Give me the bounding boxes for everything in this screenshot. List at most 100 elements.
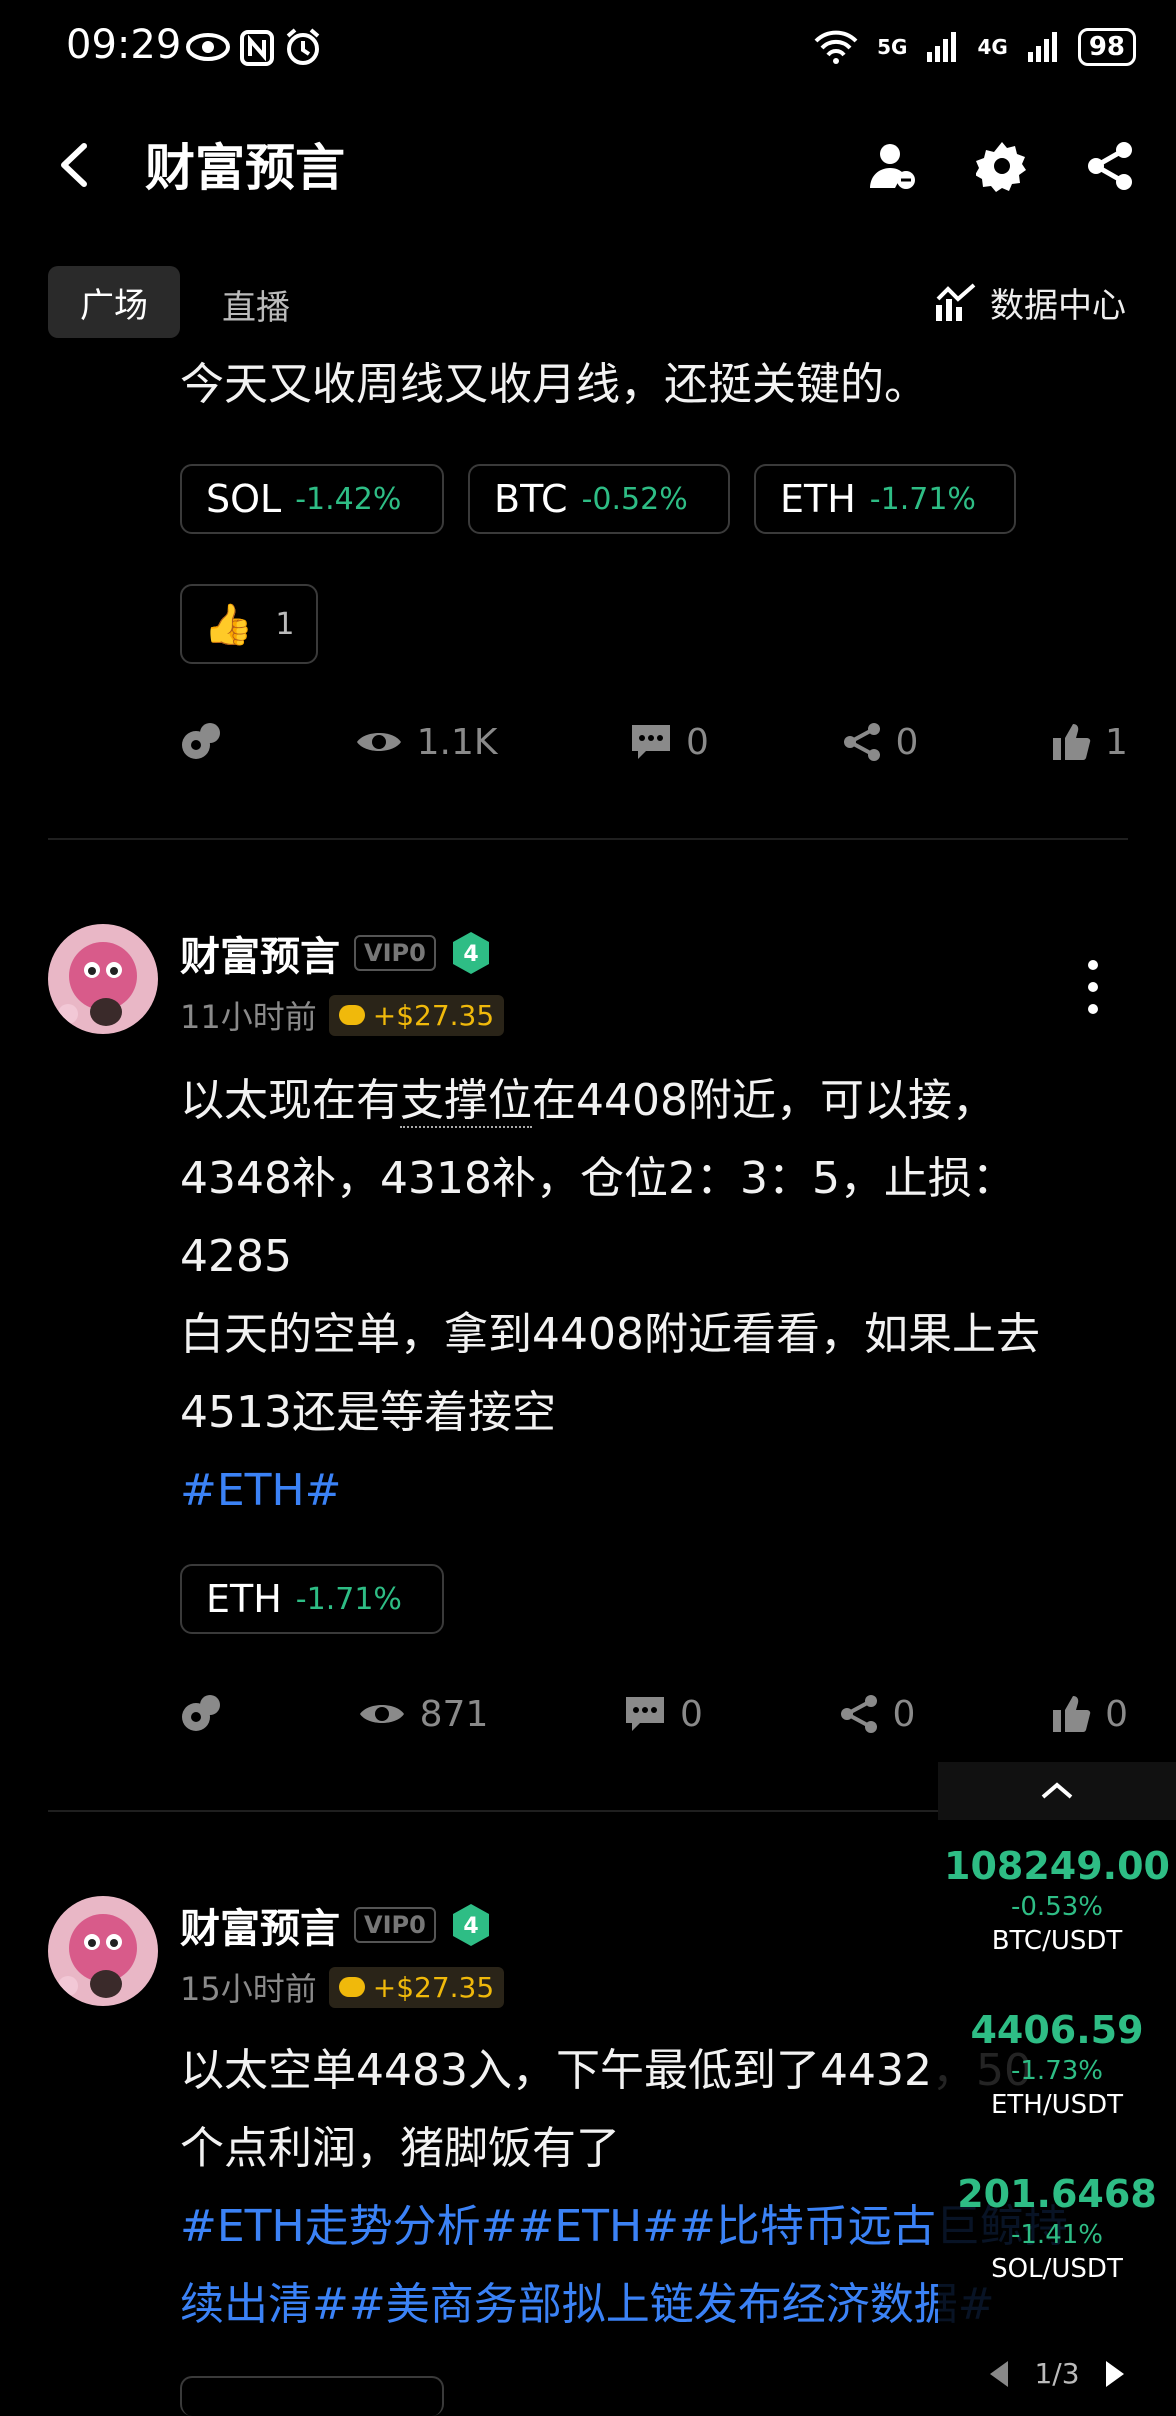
battery-indicator: 98 (1077, 28, 1136, 66)
repost-icon (182, 723, 220, 759)
ticker-pair: SOL/USDT (991, 2254, 1123, 2284)
post-line: 在4408附近，可以接， (532, 1075, 996, 1126)
post-line: 4513还是等着接空 (180, 1387, 556, 1438)
net-label-4g: 4G (977, 35, 1008, 59)
coin-chip-btc[interactable]: BTC -0.52% (468, 464, 730, 534)
reaction-chip[interactable]: 👍 1 (180, 584, 318, 664)
chip-symbol: ETH (206, 1577, 282, 1621)
ticker-page: 1/3 (1034, 2357, 1080, 2390)
views-count: 871 (358, 1693, 489, 1735)
earnings-badge: +$27.35 (328, 1966, 505, 2008)
share-icon (843, 723, 880, 761)
chart-icon (936, 282, 976, 321)
author-name[interactable]: 财富预言 (180, 1896, 340, 1954)
earnings-value: +$27.35 (372, 998, 495, 1032)
ticker-item-sol[interactable]: 201.6468 -1.41% SOL/USDT (938, 2172, 1176, 2284)
chip-change: -1.71% (869, 481, 976, 517)
level-badge: 4 (452, 1904, 489, 1946)
coin-chip-eth[interactable]: ETH -1.71% (754, 464, 1016, 534)
tab-live[interactable]: 直播 (222, 280, 290, 329)
coin-chip-partial[interactable] (180, 2376, 444, 2416)
ticker-change: -1.73% (1011, 2056, 1103, 2086)
signal-icon-2 (1027, 32, 1057, 62)
ticker-price: 108249.00 (944, 1844, 1170, 1888)
earnings-badge: +$27.35 (328, 994, 505, 1036)
post-meta: 11小时前 +$27.35 (180, 992, 505, 1038)
views-value: 1.1K (416, 721, 498, 763)
eye-icon (356, 733, 401, 751)
ticker-price: 4406.59 (970, 2008, 1144, 2052)
ticker-pair: BTC/USDT (991, 1926, 1123, 1956)
post-stats: 1.1K 0 0 1 (180, 716, 1128, 768)
eye-icon (359, 1705, 404, 1723)
eye-icon (186, 30, 230, 68)
thumbs-up-icon (1053, 724, 1091, 760)
repost-button[interactable] (180, 1693, 222, 1735)
shares-value: 0 (892, 1693, 916, 1735)
keyword-link[interactable]: 支撑位 (400, 1075, 532, 1128)
post-time: 15小时前 (180, 1970, 317, 2008)
signal-icon (927, 32, 957, 62)
like-button[interactable]: 1 (1051, 722, 1128, 763)
comments-value: 0 (680, 1693, 703, 1735)
coin-icon (338, 1977, 365, 1997)
post-text: 今天又收周线又收月线，还挺关键的。 (180, 359, 928, 410)
ticker-price: 201.6468 (957, 2172, 1157, 2216)
like-button[interactable]: 0 (1051, 1694, 1128, 1735)
post-line: 4348补，4318补，仓位2：3：5，止损： (180, 1153, 1016, 1204)
repost-icon (182, 1695, 220, 1731)
share-icon[interactable] (1084, 140, 1136, 192)
comment-button[interactable]: 0 (624, 1694, 703, 1735)
next-arrow-icon[interactable] (1104, 2359, 1126, 2389)
reaction-count: 1 (275, 606, 295, 642)
likes-value: 1 (1105, 721, 1128, 763)
earnings-value: +$27.35 (372, 1970, 495, 2004)
data-center-label: 数据中心 (990, 286, 1126, 326)
more-options-icon[interactable] (1088, 960, 1104, 1026)
chip-change: -0.52% (581, 481, 688, 517)
post-body: 以太现在有支撑位在4408附近，可以接， 4348补，4318补，仓位2：3：5… (180, 1062, 1100, 1530)
ticker-change: -1.41% (1011, 2220, 1103, 2250)
coin-chip-sol[interactable]: SOL -1.42% (180, 464, 444, 534)
author-row: 财富预言 VIP0 4 (180, 924, 492, 982)
share-button[interactable]: 0 (842, 722, 918, 763)
level-value: 4 (463, 942, 478, 967)
comment-icon (632, 725, 671, 759)
data-center-link[interactable]: 数据中心 (934, 278, 1126, 327)
author-row: 财富预言 VIP0 4 (180, 1896, 492, 1954)
tab-square[interactable]: 广场 (48, 266, 180, 338)
settings-gear-icon[interactable] (975, 140, 1028, 192)
wifi-icon (814, 30, 858, 64)
comment-button[interactable]: 0 (630, 722, 709, 763)
alarm-icon (284, 28, 322, 70)
user-follow-icon[interactable] (868, 140, 920, 192)
share-icon (840, 1695, 877, 1733)
views-value: 871 (419, 1693, 489, 1735)
coin-chip-eth[interactable]: ETH -1.71% (180, 1564, 444, 1634)
post-line: 以太现在有 (180, 1075, 400, 1126)
ticker-pager: 1/3 (938, 2357, 1176, 2390)
ticker-item-btc[interactable]: 108249.00 -0.53% BTC/USDT (938, 1844, 1176, 1956)
vip-badge: VIP0 (354, 935, 436, 971)
share-button[interactable]: 0 (839, 1693, 916, 1735)
prev-arrow-icon[interactable] (988, 2359, 1010, 2389)
ticker-change: -0.53% (1011, 1892, 1103, 1922)
ticker-item-eth[interactable]: 4406.59 -1.73% ETH/USDT (938, 2008, 1176, 2120)
hashtag-link[interactable]: #ETH# (180, 1452, 1100, 1530)
status-time: 09:29 (66, 22, 182, 68)
post-line: 4285 (180, 1231, 292, 1282)
author-name[interactable]: 财富预言 (180, 924, 340, 982)
avatar[interactable] (48, 924, 158, 1034)
chip-symbol: SOL (206, 477, 282, 521)
price-ticker-panel[interactable]: 108249.00 -0.53% BTC/USDT 4406.59 -1.73%… (938, 1762, 1176, 2400)
avatar[interactable] (48, 1896, 158, 2006)
repost-button[interactable] (180, 721, 222, 763)
back-icon[interactable] (54, 140, 94, 190)
views-count: 1.1K (355, 721, 498, 763)
post-time: 11小时前 (180, 998, 317, 1036)
likes-value: 0 (1105, 1693, 1128, 1735)
divider (48, 838, 1128, 840)
net-label-5g: 5G (877, 35, 908, 59)
status-icons: 5G 4G 98 (813, 28, 1136, 66)
collapse-chevron-icon[interactable] (938, 1762, 1176, 1820)
